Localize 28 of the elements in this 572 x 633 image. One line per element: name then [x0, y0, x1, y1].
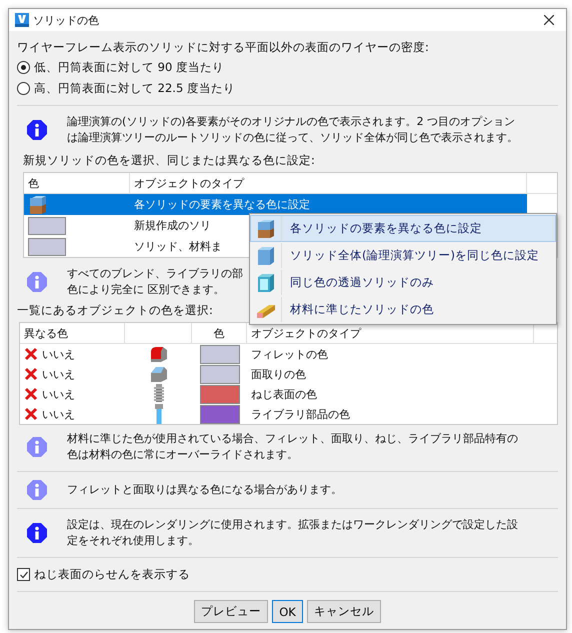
column-header: 色 [24, 173, 130, 193]
radio-label: 高、円筒表面に対して 22.5 度当たり [34, 81, 235, 96]
table-cell: 各ソリッドの要素を異なる色に設定 [134, 197, 310, 212]
table-cell-text: 面取りの色 [250, 366, 307, 382]
window-title: ソリッドの色 [33, 12, 100, 28]
column-header: 異なる色 [20, 323, 125, 343]
column-header: オブジェクトのタイプ [130, 173, 527, 193]
section-label: ワイヤーフレーム表示のソリッドに対する平面以外の表面のワイヤーの密度: [17, 39, 430, 56]
info-text: 論理演算の(ソリッドの)各要素がそのオリジナルの色で表示されます。2 つ目のオプション は論理演算ツリーのルートソリッドの色に従って、ソリッド全体が同じ色で表示されます。 [67, 114, 518, 146]
info-text: フィレットと面取りは異なる色になる場合があります。 [67, 482, 342, 498]
table-cell: ソリッド、材料ま [134, 239, 222, 254]
radio-label: 低、円筒表面に対して 90 度当たり [34, 60, 224, 75]
table-cell: いいえ [42, 386, 75, 402]
table-cell: いいえ [42, 366, 75, 382]
table-cell-text: フィレットの色 [250, 346, 329, 362]
info-text: すべてのブレンド、ライブラリの部 色により完全に 区別できます。 [67, 266, 243, 298]
table-cell: 新規作成のソリ [134, 218, 211, 233]
table-cell: いいえ [42, 406, 75, 422]
info-text: 設定は、現在のレンダリングに使用されます。拡張またはワークレンダリングで設定した設 定をそれぞれ使用します。 [67, 517, 518, 549]
section-label: 一覧にあるオブジェクトの色を選択: [17, 303, 213, 317]
table-cell-text: ライブラリ部品の色 [250, 406, 351, 422]
column-header: オブジェクトのタイプ [247, 323, 534, 343]
column-header: 色 [192, 323, 247, 343]
checkbox-label: ねじ表面のらせんを表示する [34, 567, 190, 582]
table-cell: いいえ [42, 346, 75, 362]
info-text: 材料に準じた色が使用されている場合、フィレット、面取り、ねじ、ライブラリ部品特有の 色は材料の色に常にオーバーライドされます。 [67, 431, 518, 463]
table-cell-text: ねじ表面の色 [250, 386, 318, 402]
section-label: 新規ソリッドの色を選択、同じまたは異なる色に設定: [23, 153, 315, 167]
